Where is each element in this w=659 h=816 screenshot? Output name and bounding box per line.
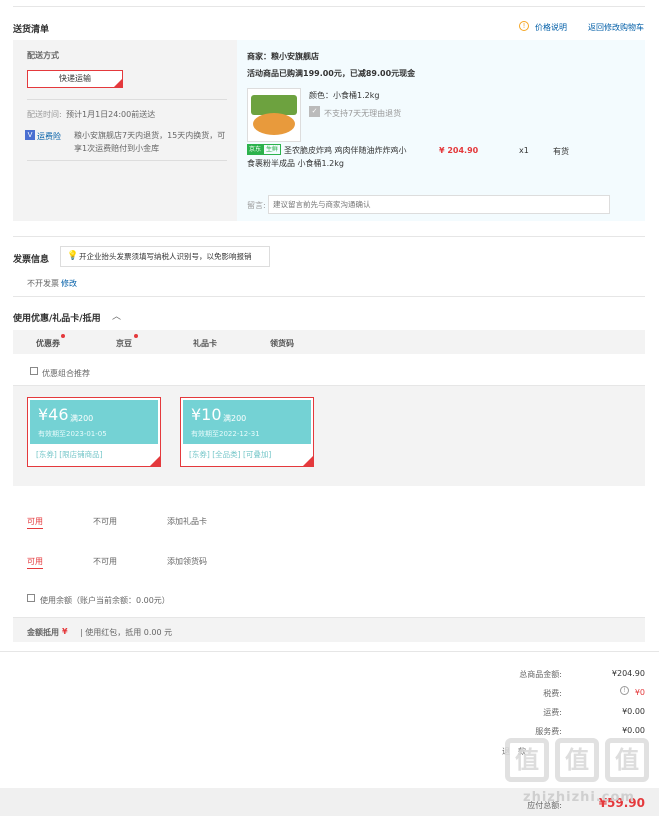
watermark-glyph: 值 <box>555 738 599 782</box>
gift-unavailable-tab[interactable]: 不可用 <box>93 516 117 527</box>
price-note-link[interactable]: 价格说明 <box>535 22 567 33</box>
product-qty: x1 <box>519 146 529 155</box>
balance-checkbox[interactable] <box>27 594 35 602</box>
deduct-symbol: ¥ <box>62 627 68 636</box>
shipping-method-button[interactable]: 快递运输 <box>27 70 123 88</box>
code-unavailable-tab[interactable]: 不可用 <box>93 556 117 567</box>
stock-status: 有货 <box>553 147 569 156</box>
deduct-label: 金额抵用 <box>27 628 59 637</box>
coupon-condition: 满200 <box>70 414 94 423</box>
coupons-title[interactable]: 使用优惠/礼品卡/抵用 <box>13 311 101 324</box>
coupon-expiry: 有效期至2022-12-31 <box>191 430 260 438</box>
add-pickup-code-link[interactable]: 添加领货码 <box>167 556 207 567</box>
coupon-combo-row <box>13 354 645 386</box>
merchant-name: 商家：粮小安旗舰店 <box>247 52 319 61</box>
coupon-card[interactable]: ¥10 满200 有效期至2022-12-31 [东券] [全品类] [可叠加] <box>180 397 314 467</box>
no-return-icon: ✓ <box>309 106 320 117</box>
product-name[interactable]: 圣农脆皮炸鸡 鸡肉伴随油炸炸鸡小食裹粉半成品 小食桶1.2kg <box>247 144 412 170</box>
delivery-time-value: 预计1月1日24:00前送达 <box>66 110 156 119</box>
invoice-title: 发票信息 <box>13 255 50 265</box>
divider <box>13 296 645 297</box>
coupon-tags: [东券] [全品类] [可叠加] <box>189 450 272 459</box>
watermark-glyph: 值 <box>605 738 649 782</box>
check-corner-icon <box>150 456 160 466</box>
tab-gift-card[interactable]: 礼品卡 <box>193 338 217 349</box>
divider <box>27 160 227 161</box>
deduct-text: | 使用红包，抵用 0.00 元 <box>80 628 173 637</box>
note-label: 留言: <box>247 201 266 210</box>
coupon-tags: [东券] [限店铺商品] <box>36 450 103 459</box>
back-to-cart-link[interactable]: 返回修改购物车 <box>588 22 644 33</box>
product-color: 颜色：小食桶1.2kg <box>309 91 380 100</box>
note-input[interactable] <box>268 195 610 214</box>
watermark-logo: 值 值 值 zhizhizhi.com <box>505 730 655 816</box>
section-title-delivery: 送货清单 <box>13 25 50 35</box>
selected-corner-icon <box>114 79 122 87</box>
watermark-glyph: 值 <box>505 738 549 782</box>
combo-label: 优惠组合推荐 <box>42 369 90 378</box>
gift-available-tab[interactable]: 可用 <box>27 516 43 529</box>
combo-checkbox[interactable] <box>30 367 38 375</box>
add-gift-card-link[interactable]: 添加礼品卡 <box>167 516 207 527</box>
coupon-expiry: 有效期至2023-01-05 <box>38 430 107 438</box>
invoice-edit-link[interactable]: 修改 <box>61 278 77 289</box>
coupon-card[interactable]: ¥46 满200 有效期至2023-01-05 [东券] [限店铺商品] <box>27 397 161 467</box>
lightbulb-icon: 💡 <box>67 251 79 261</box>
balance-label: 使用余额（账户当前余额：0.00元） <box>40 596 170 605</box>
tax-value: ¥0 <box>634 688 645 697</box>
delivery-time-label: 配送时间: <box>27 110 62 119</box>
top-divider <box>13 6 645 7</box>
invoice-tip-text: 开企业抬头发票须填写纳税人识别号，以免影响报销 <box>79 252 252 261</box>
insurance-icon: V <box>25 130 35 140</box>
red-dot-icon <box>134 334 138 338</box>
coupon-amount: ¥46 <box>38 405 69 424</box>
watermark-site: zhizhizhi.com <box>523 790 635 805</box>
tab-coupons[interactable]: 优惠券 <box>36 338 60 349</box>
coupon-face: ¥46 满200 有效期至2023-01-05 <box>30 400 158 444</box>
insurance-badge[interactable]: 运费险 <box>37 131 61 142</box>
insurance-text: 粮小安旗舰店7天内退货，15天内换货，可享1次运费赔付到小金库 <box>74 131 226 153</box>
coupon-face: ¥10 满200 有效期至2022-12-31 <box>183 400 311 444</box>
info-icon: ! <box>519 21 529 31</box>
tab-pickup-code[interactable]: 领货码 <box>270 338 294 349</box>
coupon-condition: 满200 <box>223 414 247 423</box>
tab-jingdou[interactable]: 京豆 <box>116 338 132 349</box>
invoice-tip: 💡 开企业抬头发票须填写纳税人识别号，以免影响报销 <box>60 246 270 267</box>
coupon-amount: ¥10 <box>191 405 222 424</box>
divider <box>27 99 227 100</box>
chevron-up-icon[interactable]: ︿ <box>112 309 121 322</box>
product-image[interactable] <box>247 88 301 142</box>
invoice-value: 不开发票 <box>27 279 59 288</box>
promo-text: 活动商品已购满199.00元，已减89.00元现金 <box>247 69 416 78</box>
no-return-text: 不支持7天无理由退货 <box>324 109 402 118</box>
divider <box>13 236 645 237</box>
divider <box>0 651 659 652</box>
shipping-method-label: 配送方式 <box>27 51 59 60</box>
gift-code-area <box>13 486 645 584</box>
shipping-method-value: 快递运输 <box>59 74 91 83</box>
shipping-value: ¥0.00 <box>622 707 645 716</box>
product-price: ¥ 204.90 <box>439 146 479 155</box>
red-dot-icon <box>61 334 65 338</box>
code-available-tab[interactable]: 可用 <box>27 556 43 569</box>
check-corner-icon <box>303 456 313 466</box>
total-goods-value: ¥204.90 <box>611 669 645 678</box>
